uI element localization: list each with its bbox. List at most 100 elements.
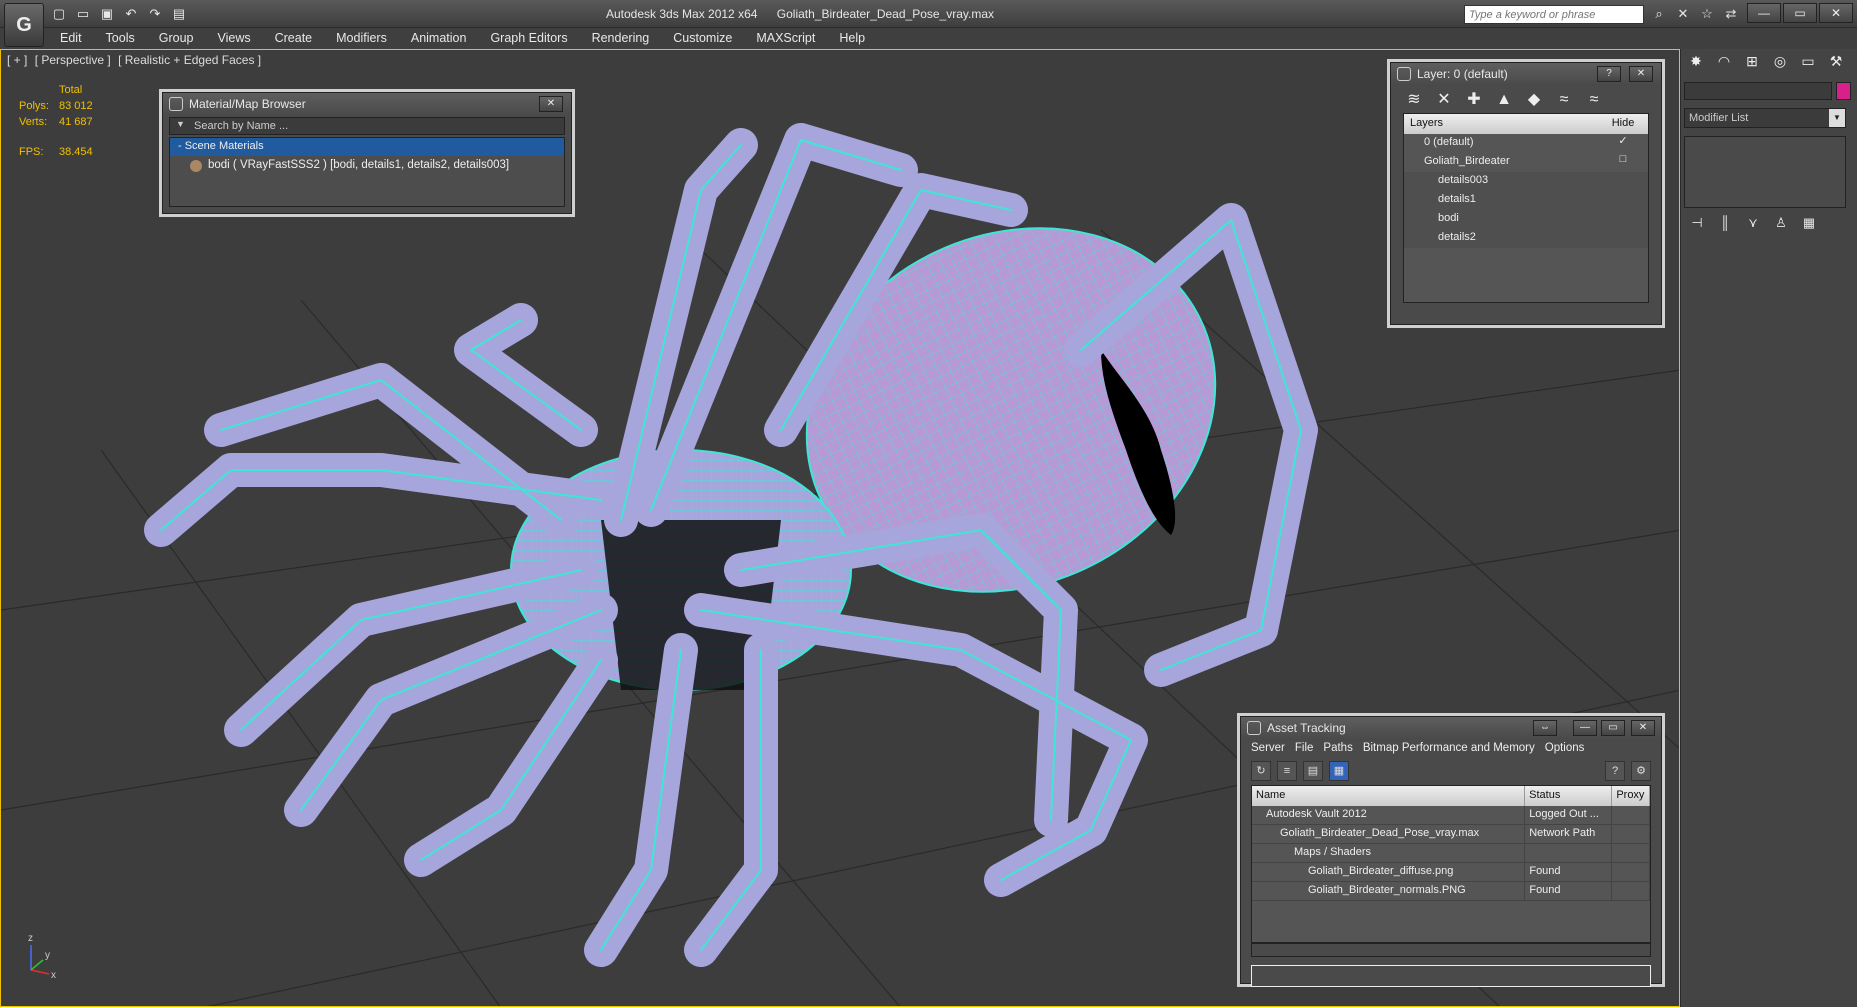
asset-menu-server[interactable]: Server [1251, 742, 1285, 754]
asset-dock-button[interactable]: ⇔ [1533, 720, 1557, 736]
display-tab-icon[interactable]: ▭ [1797, 53, 1819, 73]
viewport-menu-plus[interactable]: [ + ] [7, 53, 27, 67]
layer-hide-toggle[interactable] [1598, 191, 1648, 210]
scene-materials-group[interactable]: - Scene Materials [170, 138, 564, 156]
modify-tab-icon[interactable]: ◠ [1713, 53, 1735, 73]
layer-row[interactable]: details1 [1404, 191, 1648, 210]
asset-row[interactable]: Goliath_Birdeater_normals.PNG Found [1252, 882, 1650, 901]
hide-column-header[interactable]: Hide [1598, 114, 1648, 134]
select-objects-icon[interactable]: ▲ [1495, 91, 1513, 109]
asset-row[interactable]: Goliath_Birdeater_Dead_Pose_vray.max Netw… [1252, 825, 1650, 844]
object-name-field[interactable] [1684, 82, 1832, 100]
modifier-stack[interactable] [1684, 136, 1846, 208]
menu-graph-editors[interactable]: Graph Editors [478, 29, 579, 49]
layer-row[interactable]: details2 [1404, 229, 1648, 248]
hierarchy-tab-icon[interactable]: ⊞ [1741, 53, 1763, 73]
asset-name-column-header[interactable]: Name [1252, 786, 1526, 806]
minimize-button[interactable]: — [1747, 3, 1781, 23]
close-button[interactable]: ✕ [1819, 3, 1853, 23]
layer-row[interactable]: details003 [1404, 172, 1648, 191]
menu-animation[interactable]: Animation [399, 29, 479, 49]
make-unique-icon[interactable]: ⋎ [1744, 214, 1762, 232]
asset-close-button[interactable]: ✕ [1631, 720, 1655, 736]
hide-all-icon[interactable]: ≈ [1555, 91, 1573, 109]
motion-tab-icon[interactable]: ◎ [1769, 53, 1791, 73]
asset-row[interactable]: Maps / Shaders [1252, 844, 1650, 863]
asset-proxy-column-header[interactable]: Proxy [1612, 786, 1650, 806]
asset-path-field[interactable] [1251, 965, 1651, 987]
thumbnail-view-icon[interactable]: ▤ [1303, 761, 1323, 781]
layer-row[interactable]: 0 (default) ✓ [1404, 134, 1648, 153]
menu-modifiers[interactable]: Modifiers [324, 29, 399, 49]
table-view-icon[interactable]: ▦ [1329, 761, 1349, 781]
add-to-layer-icon[interactable]: ✚ [1465, 91, 1483, 109]
menu-views[interactable]: Views [205, 29, 262, 49]
layer-manager-window[interactable]: Layer: 0 (default) ? ✕ ≋ ✕ ✚ ▲ ◆ ≈ ≈ Lay… [1390, 62, 1662, 325]
asset-horizontal-scrollbar[interactable] [1251, 943, 1651, 957]
layer-row[interactable]: Goliath_Birdeater □ [1404, 153, 1648, 172]
configure-modifier-sets-icon[interactable]: ▦ [1800, 214, 1818, 232]
layer-hide-toggle[interactable] [1598, 172, 1648, 191]
settings-icon[interactable]: ⚙ [1631, 761, 1651, 781]
binoculars-icon[interactable]: ⌕ [1650, 5, 1668, 23]
highlight-layer-icon[interactable]: ◆ [1525, 91, 1543, 109]
material-browser-titlebar[interactable]: Material/Map Browser ✕ [163, 93, 571, 115]
menu-tools[interactable]: Tools [94, 29, 147, 49]
layer-hide-toggle[interactable]: □ [1598, 153, 1648, 172]
create-layer-icon[interactable]: ≋ [1405, 91, 1423, 109]
layer-hide-toggle[interactable]: ✓ [1598, 134, 1648, 153]
layer-hide-toggle[interactable] [1598, 210, 1648, 229]
create-tab-icon[interactable]: ✸ [1685, 53, 1707, 73]
layer-hide-toggle[interactable] [1598, 229, 1648, 248]
asset-menu-paths[interactable]: Paths [1323, 742, 1352, 754]
remove-modifier-icon[interactable]: ♙ [1772, 214, 1790, 232]
layer-window-titlebar[interactable]: Layer: 0 (default) ? ✕ [1391, 63, 1661, 85]
utilities-tab-icon[interactable]: ⚒ [1825, 53, 1847, 73]
layers-column-header[interactable]: Layers [1404, 114, 1598, 134]
exchange-icon[interactable]: ⇄ [1722, 5, 1740, 23]
search-input[interactable] [1464, 5, 1644, 24]
layer-close-button[interactable]: ✕ [1629, 66, 1653, 82]
object-color-swatch[interactable] [1836, 82, 1851, 100]
asset-tracking-titlebar[interactable]: Asset Tracking ⇔ — ▭ ✕ [1241, 717, 1661, 739]
material-browser-close-button[interactable]: ✕ [539, 96, 563, 112]
asset-status-column-header[interactable]: Status [1525, 786, 1613, 806]
menu-create[interactable]: Create [263, 29, 325, 49]
asset-menu-file[interactable]: File [1295, 742, 1314, 754]
freeze-all-icon[interactable]: ≈ [1585, 91, 1603, 109]
modifier-list-dropdown[interactable]: Modifier List ▼ [1684, 108, 1846, 128]
viewport-label[interactable]: [ + ] [ Perspective ] [ Realistic + Edge… [7, 53, 265, 67]
show-end-result-icon[interactable]: ║ [1716, 214, 1734, 232]
layer-help-button[interactable]: ? [1597, 66, 1621, 82]
asset-row[interactable]: Autodesk Vault 2012 Logged Out ... [1252, 806, 1651, 825]
asset-row[interactable]: Goliath_Birdeater_diffuse.png Found [1252, 863, 1650, 882]
search-options-icon[interactable]: ▼ [176, 119, 185, 129]
layer-row[interactable]: bodi [1404, 210, 1648, 229]
chevron-down-icon[interactable]: ▼ [1829, 109, 1845, 127]
asset-tracking-window[interactable]: Asset Tracking ⇔ — ▭ ✕ Server File Paths Bi… [1240, 716, 1662, 987]
menu-maxscript[interactable]: MAXScript [744, 29, 827, 49]
menu-edit[interactable]: Edit [48, 29, 94, 49]
asset-menu-bitmap-performance-and-memory[interactable]: Bitmap Performance and Memory [1363, 742, 1535, 754]
refresh-icon[interactable]: ↻ [1251, 761, 1271, 781]
viewport-menu-shading[interactable]: [ Realistic + Edged Faces ] [118, 53, 261, 67]
maximize-button[interactable]: ▭ [1783, 3, 1817, 23]
menu-rendering[interactable]: Rendering [580, 29, 662, 49]
menu-help[interactable]: Help [827, 29, 877, 49]
asset-minimize-button[interactable]: — [1573, 720, 1597, 736]
asset-menu-options[interactable]: Options [1545, 742, 1585, 754]
menu-customize[interactable]: Customize [661, 29, 744, 49]
menu-group[interactable]: Group [147, 29, 206, 49]
tools-icon[interactable]: ✕ [1674, 5, 1692, 23]
viewport-menu-perspective[interactable]: [ Perspective ] [35, 53, 111, 67]
app-logo[interactable]: G [4, 3, 44, 47]
help-icon[interactable]: ? [1605, 761, 1625, 781]
star-icon[interactable]: ☆ [1698, 5, 1716, 23]
material-item-bodi[interactable]: bodi ( VRayFastSSS2 ) [bodi, details1, d… [170, 156, 564, 175]
material-search-input[interactable]: ▼ Search by Name ... [169, 117, 565, 135]
pin-stack-icon[interactable]: ⊣ [1688, 214, 1706, 232]
list-view-icon[interactable]: ≡ [1277, 761, 1297, 781]
delete-layer-icon[interactable]: ✕ [1435, 91, 1453, 109]
asset-maximize-button[interactable]: ▭ [1601, 720, 1625, 736]
material-map-browser-window[interactable]: Material/Map Browser ✕ ▼ Search by Name … [162, 92, 572, 214]
